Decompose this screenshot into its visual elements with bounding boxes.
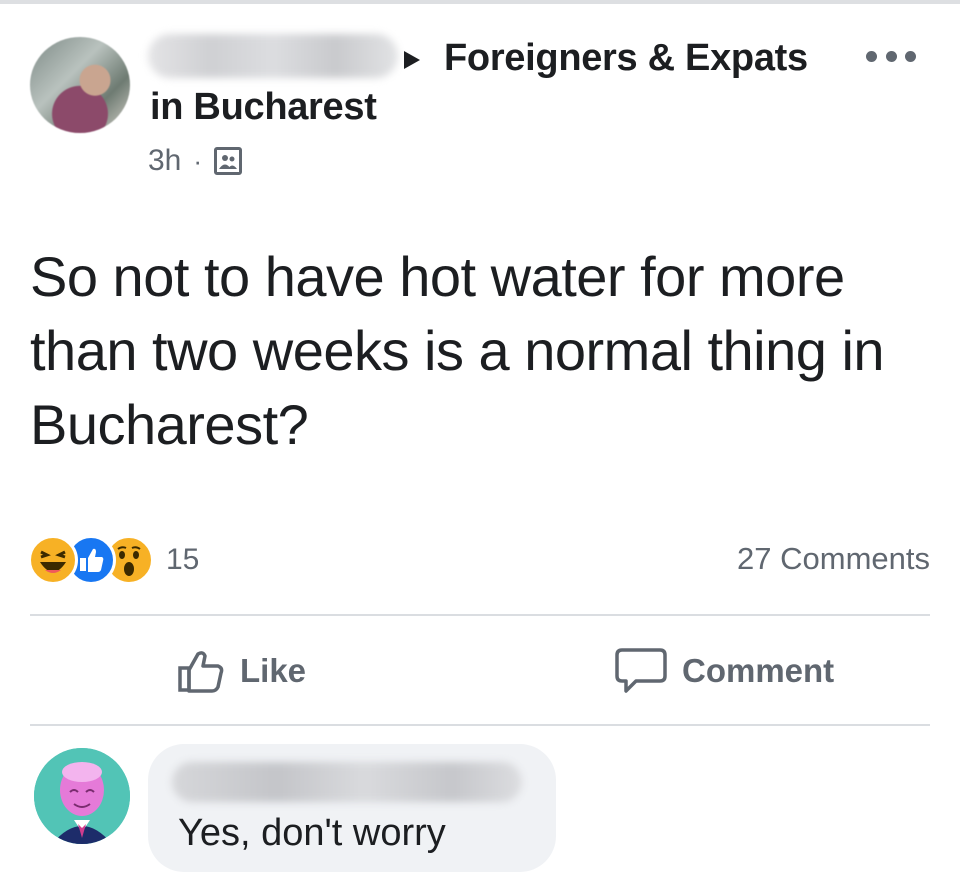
comment-bubble-icon — [615, 648, 667, 693]
group-name-continued[interactable]: in Bucharest — [150, 86, 377, 129]
group-icon — [214, 147, 243, 175]
blurred-commenter-name[interactable] — [172, 762, 522, 802]
comment-label: Comment — [682, 652, 835, 689]
like-label: Like — [240, 652, 307, 689]
post-timestamp[interactable]: 3h — [148, 144, 181, 178]
divider-top — [30, 614, 930, 616]
more-options-icon[interactable] — [866, 46, 916, 66]
poster-avatar[interactable] — [30, 37, 130, 133]
comment-text: Yes, don't worry — [178, 812, 446, 854]
arrow-right-icon — [404, 51, 420, 69]
reactions-summary[interactable]: 15 — [28, 535, 200, 585]
post-text: So not to have hot water for more than t… — [30, 245, 885, 456]
meta-separator: · — [193, 145, 203, 176]
divider-bottom — [30, 724, 930, 726]
top-border — [0, 0, 960, 4]
blurred-poster-name[interactable] — [148, 34, 398, 78]
reaction-count: 15 — [166, 543, 200, 576]
comment-button[interactable]: Comment — [614, 644, 834, 698]
comments-count-link[interactable]: 27 Comments — [737, 541, 930, 577]
post-meta: 3h · — [148, 143, 243, 179]
thumbs-up-icon — [178, 651, 224, 693]
like-button[interactable]: Like — [176, 644, 306, 698]
commenter-avatar[interactable] — [34, 748, 130, 844]
group-name[interactable]: Foreigners & Expats — [444, 37, 808, 80]
haha-reaction-icon — [28, 535, 78, 585]
